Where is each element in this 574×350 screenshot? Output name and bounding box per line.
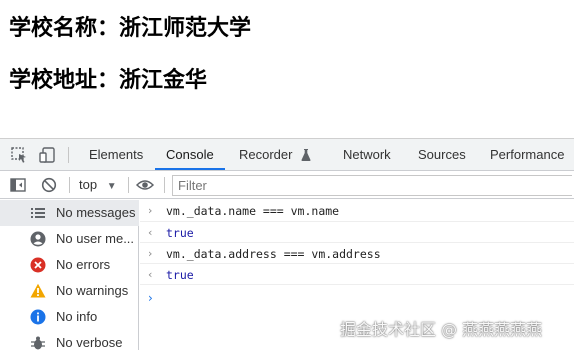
sidebar-item-label: No user me... <box>56 231 135 246</box>
tab-console[interactable]: Console <box>155 139 225 170</box>
school-address-text: 学校地址：浙江金华 <box>9 68 208 93</box>
school-name-text: 学校名称：浙江师范大学 <box>9 16 252 41</box>
sidebar-item-warnings[interactable]: No warnings <box>0 278 139 304</box>
console-input-text: vm._data.address === vm.address <box>166 247 381 261</box>
context-select[interactable]: top ▼ <box>79 176 117 194</box>
show-sidebar-icon[interactable] <box>9 176 27 194</box>
screenshot: 学校名称：浙江师范大学 学校地址：浙江金华 Elements Console R… <box>0 0 574 350</box>
tab-recorder-label: Recorder <box>239 147 293 162</box>
sidebar-item-label: No messages <box>56 205 136 220</box>
inspect-element-icon[interactable] <box>10 146 28 164</box>
caret-down-icon: ▼ <box>106 181 117 192</box>
sidebar-item-user-messages[interactable]: No user me... <box>0 226 139 252</box>
sidebar-item-errors[interactable]: No errors <box>0 252 139 278</box>
sidebar-item-messages[interactable]: No messages <box>0 200 139 226</box>
device-toolbar-icon[interactable] <box>38 146 56 164</box>
filter-input[interactable]: Filter <box>172 175 572 196</box>
tab-elements[interactable]: Elements <box>89 139 143 171</box>
console-input-row: › vm._data.name === vm.name <box>140 200 574 222</box>
clear-console-icon[interactable] <box>40 176 58 194</box>
sidebar-item-label: No warnings <box>56 283 129 298</box>
console-sidebar: No messages No user me... No errors No w… <box>0 200 139 350</box>
tabbar-divider <box>68 147 69 163</box>
console-prompt-row[interactable]: › <box>140 285 574 307</box>
sidebar-item-label: No verbose <box>56 335 123 350</box>
eye-icon[interactable] <box>135 176 155 194</box>
chevron-right-icon: › <box>148 204 153 217</box>
warning-icon <box>30 283 46 299</box>
tab-performance[interactable]: Performance <box>490 139 564 171</box>
console-toolbar: top ▼ Filter <box>0 171 574 199</box>
bug-icon <box>30 335 46 350</box>
toolbar-divider-2 <box>128 177 129 193</box>
console-result-text: true <box>166 226 194 240</box>
error-icon <box>30 257 46 273</box>
context-value: top <box>79 177 98 192</box>
flask-icon <box>301 141 311 173</box>
sidebar-item-info[interactable]: No info <box>0 304 139 330</box>
watermark: 掘金技术社区 @ 燕燕燕燕燕 <box>340 320 543 339</box>
console-result-row: ‹ true <box>140 264 574 285</box>
sidebar-item-verbose[interactable]: No verbose <box>0 330 139 350</box>
prompt-chevron-icon: › <box>148 291 153 305</box>
console-result-row: ‹ true <box>140 222 574 243</box>
info-icon <box>30 309 46 325</box>
console-input-text: vm._data.name === vm.name <box>166 204 340 218</box>
tab-network[interactable]: Network <box>343 139 391 171</box>
sidebar-item-label: No errors <box>56 257 111 272</box>
user-icon <box>30 231 46 247</box>
toolbar-divider <box>69 177 70 193</box>
list-icon <box>30 205 46 221</box>
toolbar-divider-3 <box>164 177 165 193</box>
devtools-tabbar: Elements Console Recorder Network Source… <box>0 139 574 171</box>
tab-recorder[interactable]: Recorder <box>239 139 311 171</box>
page-content: 学校名称：浙江师范大学 学校地址：浙江金华 <box>0 0 574 138</box>
return-arrow-icon: ‹ <box>148 268 153 281</box>
console-result-text: true <box>166 268 194 282</box>
tab-sources[interactable]: Sources <box>418 139 466 171</box>
sidebar-item-label: No info <box>56 309 98 324</box>
chevron-right-icon: › <box>148 247 153 260</box>
return-arrow-icon: ‹ <box>148 226 153 239</box>
console-input-row: › vm._data.address === vm.address <box>140 243 574 264</box>
